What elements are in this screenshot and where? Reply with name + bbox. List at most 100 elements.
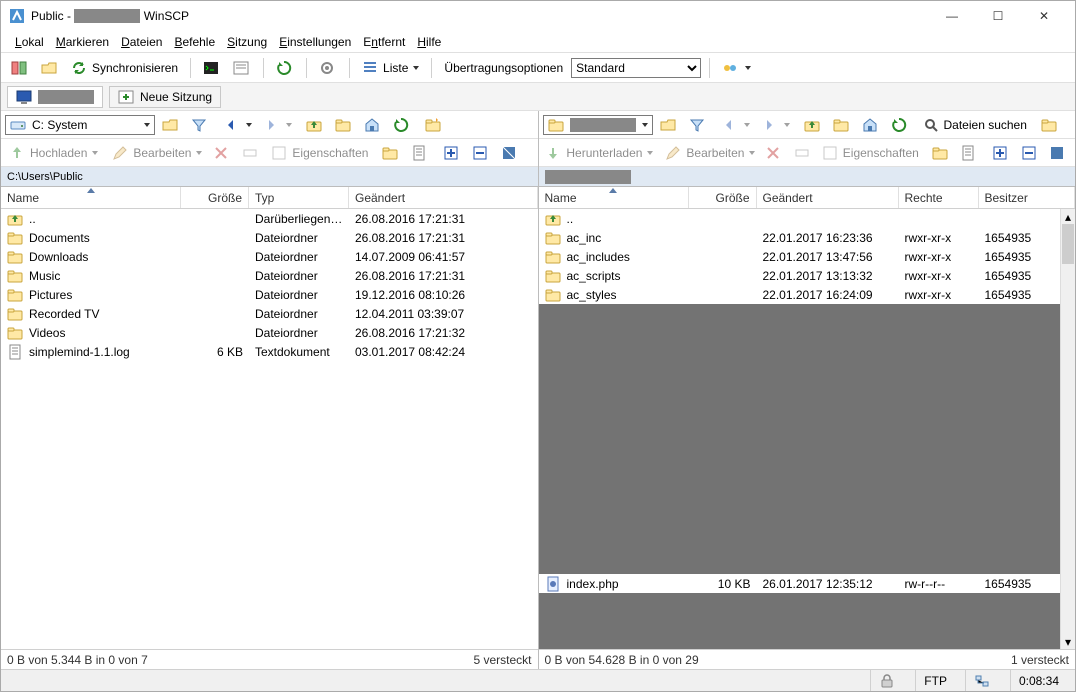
remote-root-button[interactable] bbox=[829, 114, 855, 136]
list-item[interactable]: Recorded TVDateiordner12.04.2011 03:39:0… bbox=[1, 304, 538, 323]
menu-markieren[interactable]: Markieren bbox=[50, 33, 115, 51]
local-selminus-button[interactable] bbox=[468, 142, 494, 164]
console-button[interactable] bbox=[229, 57, 255, 79]
local-open-button[interactable] bbox=[158, 114, 184, 136]
remote-rename-button[interactable] bbox=[790, 142, 816, 164]
local-nav: C: System bbox=[1, 111, 538, 139]
remote-bookmark-button[interactable] bbox=[1037, 114, 1063, 136]
remote-selminus-button[interactable] bbox=[1017, 142, 1043, 164]
col-changed[interactable]: Geändert bbox=[757, 187, 899, 208]
remote-selinv-button[interactable] bbox=[1045, 142, 1071, 164]
remote-back-button[interactable] bbox=[717, 114, 754, 136]
settings-button[interactable] bbox=[315, 57, 341, 79]
menu-lokal[interactable]: Lokal bbox=[9, 33, 50, 51]
monitor-icon bbox=[16, 89, 32, 105]
transfer-select[interactable]: Standard bbox=[571, 58, 701, 78]
new-session-tab[interactable]: Neue Sitzung bbox=[109, 86, 221, 108]
local-selinv-button[interactable] bbox=[497, 142, 523, 164]
maximize-button[interactable]: ☐ bbox=[975, 1, 1021, 31]
remote-forward-button[interactable] bbox=[757, 114, 794, 136]
terminal-button[interactable] bbox=[199, 57, 225, 79]
local-refresh-button[interactable] bbox=[389, 114, 415, 136]
remote-open-button[interactable] bbox=[656, 114, 682, 136]
list-item[interactable]: PicturesDateiordner19.12.2016 08:10:26 bbox=[1, 285, 538, 304]
scroll-thumb[interactable] bbox=[1062, 224, 1074, 264]
local-bookmark-button[interactable] bbox=[421, 114, 447, 136]
list-item[interactable]: index.php10 KB26.01.2017 12:35:12rw-r--r… bbox=[539, 574, 1061, 593]
col-changed[interactable]: Geändert bbox=[349, 187, 538, 208]
list-item[interactable]: simplemind-1.1.log6 KBTextdokument03.01.… bbox=[1, 342, 538, 361]
menu-befehle[interactable]: Befehle bbox=[168, 33, 221, 51]
col-type[interactable]: Typ bbox=[249, 187, 349, 208]
local-back-button[interactable] bbox=[219, 114, 256, 136]
local-delete-button[interactable] bbox=[209, 142, 235, 164]
col-name[interactable]: Name bbox=[539, 187, 689, 208]
list-item[interactable]: DocumentsDateiordner26.08.2016 17:21:31 bbox=[1, 228, 538, 247]
local-rename-button[interactable] bbox=[238, 142, 264, 164]
local-selplus-button[interactable] bbox=[439, 142, 465, 164]
menu-sitzung[interactable]: Sitzung bbox=[221, 33, 273, 51]
menu-einstellungen[interactable]: Einstellungen bbox=[273, 33, 357, 51]
remote-delete-button[interactable] bbox=[762, 142, 788, 164]
col-owner[interactable]: Besitzer bbox=[979, 187, 1076, 208]
col-rights[interactable]: Rechte bbox=[899, 187, 979, 208]
session-bar: x Neue Sitzung bbox=[1, 83, 1075, 111]
menu-entfernt[interactable]: Entfernt bbox=[357, 33, 411, 51]
list-item[interactable]: ..Darüberliegendes ...26.08.2016 17:21:3… bbox=[1, 209, 538, 228]
list-item[interactable]: ac_scripts22.01.2017 13:13:32rwxr-xr-x16… bbox=[539, 266, 1076, 285]
remote-search-button[interactable]: Dateien suchen bbox=[919, 114, 1031, 136]
remote-props-button[interactable]: Eigenschaften bbox=[819, 142, 922, 164]
local-edit-button[interactable]: Bearbeiten bbox=[108, 142, 206, 164]
scroll-up[interactable]: ▴ bbox=[1061, 209, 1075, 224]
local-root-button[interactable] bbox=[331, 114, 357, 136]
local-newfolder-button[interactable] bbox=[378, 142, 404, 164]
view-list-button[interactable]: Liste bbox=[358, 57, 423, 79]
scroll-down[interactable]: ▾ bbox=[1061, 634, 1075, 649]
sync-browse-button[interactable] bbox=[37, 57, 63, 79]
list-item[interactable]: DownloadsDateiordner14.07.2009 06:41:57 bbox=[1, 247, 538, 266]
local-file-list[interactable]: ..Darüberliegendes ...26.08.2016 17:21:3… bbox=[1, 209, 538, 649]
remote-newfolder-button[interactable] bbox=[928, 142, 954, 164]
remote-parent-button[interactable] bbox=[800, 114, 826, 136]
list-item[interactable]: ac_inc22.01.2017 16:23:36rwxr-xr-x165493… bbox=[539, 228, 1076, 247]
compare-button[interactable] bbox=[7, 57, 33, 79]
local-home-button[interactable] bbox=[360, 114, 386, 136]
local-filter-button[interactable] bbox=[187, 114, 213, 136]
upload-button[interactable]: Hochladen bbox=[5, 142, 102, 164]
local-forward-button[interactable] bbox=[259, 114, 296, 136]
local-parent-button[interactable] bbox=[302, 114, 328, 136]
col-size[interactable]: Größe bbox=[181, 187, 249, 208]
local-newfile-button[interactable] bbox=[407, 142, 433, 164]
remote-filter-button[interactable] bbox=[685, 114, 711, 136]
remote-newfile-button[interactable] bbox=[956, 142, 982, 164]
misc-button[interactable] bbox=[718, 57, 755, 79]
protocol-label: FTP bbox=[915, 670, 955, 691]
col-size[interactable]: Größe bbox=[689, 187, 757, 208]
menu-dateien[interactable]: Dateien bbox=[115, 33, 168, 51]
local-drive-select[interactable]: C: System bbox=[5, 115, 155, 135]
minimize-button[interactable]: — bbox=[929, 1, 975, 31]
list-item[interactable]: ac_styles22.01.2017 16:24:09rwxr-xr-x165… bbox=[539, 285, 1076, 304]
local-props-button[interactable]: Eigenschaften bbox=[267, 142, 372, 164]
local-path: C:\Users\Public bbox=[1, 167, 538, 187]
remote-refresh-button[interactable] bbox=[887, 114, 913, 136]
titlebar: Public - x WinSCP — ☐ ✕ bbox=[1, 1, 1075, 31]
list-item[interactable]: VideosDateiordner26.08.2016 17:21:32 bbox=[1, 323, 538, 342]
menu-hilfe[interactable]: Hilfe bbox=[411, 33, 447, 51]
list-item[interactable]: .. bbox=[539, 209, 1076, 228]
remote-home-button[interactable] bbox=[858, 114, 884, 136]
col-name[interactable]: Name bbox=[1, 187, 181, 208]
list-item[interactable]: ac_includes22.01.2017 13:47:56rwxr-xr-x1… bbox=[539, 247, 1076, 266]
remote-selplus-button[interactable] bbox=[988, 142, 1014, 164]
close-button[interactable]: ✕ bbox=[1021, 1, 1067, 31]
download-button[interactable]: Herunterladen bbox=[543, 142, 657, 164]
sync-button[interactable]: Synchronisieren bbox=[67, 57, 182, 79]
remote-edit-button[interactable]: Bearbeiten bbox=[662, 142, 758, 164]
remote-dir-select[interactable]: x bbox=[543, 115, 653, 135]
queue-button[interactable] bbox=[272, 57, 298, 79]
scrollbar[interactable]: ▴ ▾ bbox=[1060, 209, 1075, 649]
remote-pane: x Dateien suchen Herunterladen Bearbeite… bbox=[539, 111, 1076, 669]
session-tab-active[interactable]: x bbox=[7, 86, 103, 108]
list-item[interactable]: MusicDateiordner26.08.2016 17:21:31 bbox=[1, 266, 538, 285]
remote-file-list[interactable]: ▴ ▾ ..ac_inc22.01.2017 16:23:36rwxr-xr-x… bbox=[539, 209, 1076, 649]
